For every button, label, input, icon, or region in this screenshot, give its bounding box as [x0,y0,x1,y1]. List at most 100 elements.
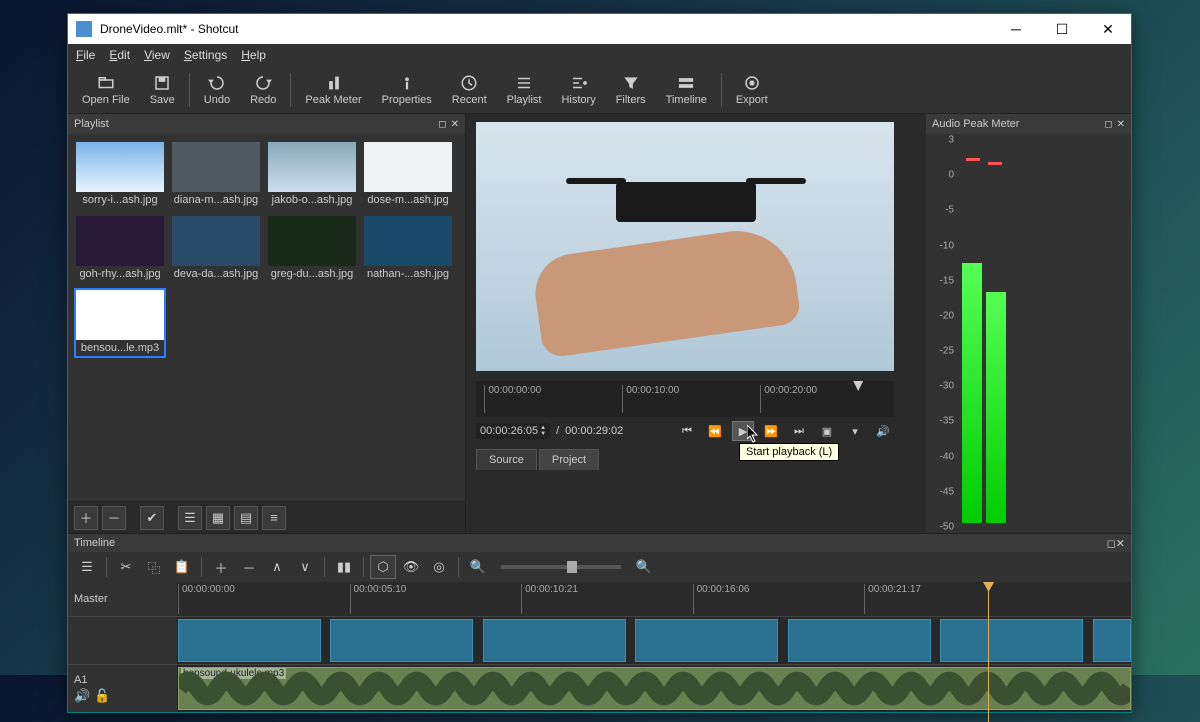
menu-settings[interactable]: Settings [184,48,227,62]
play-button[interactable]: ▶ [732,421,754,441]
track-head-master: Master [68,582,178,616]
menu-file[interactable]: File [76,48,95,62]
tl-zoom-slider[interactable] [501,565,621,569]
playlist-view-list-button[interactable]: ≡ [262,506,286,530]
playlist-header: Playlist ◻ ✕ [68,114,465,134]
playlist-item[interactable]: goh-rhy...ash.jpg [76,216,164,282]
skip-next-button[interactable]: ⏭ [788,421,810,441]
tl-snap-button[interactable]: ⬡ [370,555,396,579]
titlebar: DroneVideo.mlt* - Shotcut ─ ☐ ✕ [68,14,1131,44]
audio-meter-panel: Audio Peak Meter ◻ ✕ 30-5-10-15-20-25-30… [926,114,1131,533]
playlist-item[interactable]: greg-du...ash.jpg [268,216,356,282]
playlist-update-button[interactable]: ✔ [140,506,164,530]
playlist-view-tiles-button[interactable]: ▦ [206,506,230,530]
skip-prev-button[interactable]: ⏮ [676,421,698,441]
minimize-button[interactable]: ─ [993,14,1039,44]
play-tooltip: Start playback (L) [739,443,839,461]
playlist-item[interactable]: diana-m...ash.jpg [172,142,260,208]
video-clip[interactable] [788,619,931,662]
timeline-undock-icon[interactable]: ◻ [1107,537,1116,550]
timeline-button[interactable]: Timeline [656,70,717,110]
timeline-playhead[interactable] [988,582,989,722]
playlist-item[interactable]: deva-da...ash.jpg [172,216,260,282]
redo-button[interactable]: Redo [240,70,286,110]
recent-button[interactable]: Recent [442,70,497,110]
track-mute-button[interactable]: 🔊 [74,688,90,704]
preview-video[interactable] [476,122,894,371]
transport-bar: 00:00:26:05 ▲▼ / 00:00:29:02 ⏮ ⏪ ▶ ⏩ ⏭ ▣… [476,421,894,441]
menu-help[interactable]: Help [241,48,266,62]
tl-ripple-button[interactable]: ◎ [426,555,452,579]
window-title: DroneVideo.mlt* - Shotcut [100,22,993,36]
tl-copy-button[interactable]: ⿻ [141,555,167,579]
track-head-a1[interactable]: A1 🔊 🔓 [68,665,178,712]
zoom-menu-button[interactable]: ▾ [844,421,866,441]
video-clip[interactable] [940,619,1083,662]
timeline-ruler[interactable]: 00:00:00:0000:00:05:1000:00:10:2100:00:1… [178,582,1131,616]
save-button[interactable]: Save [140,70,185,110]
volume-button[interactable]: 🔊 [872,421,894,441]
playlist-item[interactable]: jakob-o...ash.jpg [268,142,356,208]
tl-split-button[interactable]: ▮▮ [331,555,357,579]
filters-button[interactable]: Filters [606,70,656,110]
timecode-spinner[interactable]: ▲▼ [540,425,546,437]
playlist-item[interactable]: dose-m...ash.jpg [364,142,452,208]
video-clip[interactable] [635,619,778,662]
meter-undock-icon[interactable]: ◻ [1104,119,1112,130]
properties-button[interactable]: Properties [372,70,442,110]
timecode-current[interactable]: 00:00:26:05 [480,425,538,437]
video-clip[interactable] [178,619,321,662]
tl-append-button[interactable]: ＋ [208,555,234,579]
playlist-item[interactable]: sorry-i...ash.jpg [76,142,164,208]
tab-source[interactable]: Source [476,449,537,470]
track-lock-button[interactable]: 🔓 [94,688,110,704]
fastfwd-button[interactable]: ⏩ [760,421,782,441]
tl-zoomout-button[interactable]: 🔍 [465,555,491,579]
meter-bar-left [962,263,982,523]
playlist-view-icons-button[interactable]: ▤ [234,506,258,530]
tl-menu-button[interactable]: ☰ [74,555,100,579]
tl-scrub-button[interactable]: 👁 [398,555,424,579]
menu-edit[interactable]: Edit [109,48,130,62]
app-icon [76,21,92,37]
video-clip[interactable] [1093,619,1131,662]
playlist-close-icon[interactable]: ✕ [451,119,459,130]
tl-paste-button[interactable]: 📋 [169,555,195,579]
tl-overwrite-button[interactable]: ∨ [292,555,318,579]
zoom-fit-button[interactable]: ▣ [816,421,838,441]
close-button[interactable]: ✕ [1085,14,1131,44]
playlist-remove-button[interactable]: － [102,506,126,530]
preview-scrubber[interactable]: 00:00:00:00 00:00:10:00 00:00:20:00 [476,381,894,417]
tl-cut-button[interactable]: ✂ [113,555,139,579]
main-toolbar: Open File Save Undo Redo Peak Meter Prop… [68,66,1131,114]
meter-close-icon[interactable]: ✕ [1117,119,1125,130]
tl-remove-button[interactable]: － [236,555,262,579]
video-clip[interactable] [483,619,626,662]
maximize-button[interactable]: ☐ [1039,14,1085,44]
playlist-view-detail-button[interactable]: ☰ [178,506,202,530]
playlist-grid: sorry-i...ash.jpgdiana-m...ash.jpgjakob-… [68,134,465,501]
playlist-item[interactable]: bensou...le.mp3 [76,290,164,356]
timeline-close-icon[interactable]: ✕ [1116,537,1125,550]
meter-bar-right [986,292,1006,523]
peak-meter-button[interactable]: Peak Meter [295,70,371,110]
meter-peak-l [966,158,980,161]
video-clip[interactable] [330,619,473,662]
history-button[interactable]: History [551,70,605,110]
playlist-add-button[interactable]: ＋ [74,506,98,530]
rewind-button[interactable]: ⏪ [704,421,726,441]
export-button[interactable]: Export [726,70,778,110]
scrubber-playhead[interactable] [852,381,864,417]
playlist-undock-icon[interactable]: ◻ [438,119,446,130]
tl-lift-button[interactable]: ∧ [264,555,290,579]
open-file-button[interactable]: Open File [72,70,140,110]
menu-view[interactable]: View [144,48,170,62]
tab-project[interactable]: Project [539,449,599,470]
playlist-button[interactable]: Playlist [497,70,552,110]
undo-button[interactable]: Undo [194,70,240,110]
track-head-v1[interactable] [68,617,178,664]
playlist-item[interactable]: nathan-...ash.jpg [364,216,452,282]
tl-zoomin-button[interactable]: 🔍 [631,555,657,579]
timeline-panel: Timeline ◻ ✕ ☰ ✂ ⿻ 📋 ＋ － ∧ ∨ ▮▮ ⬡ 👁 ◎ 🔍 … [68,533,1131,712]
timeline-header: Timeline ◻ ✕ [68,534,1131,552]
